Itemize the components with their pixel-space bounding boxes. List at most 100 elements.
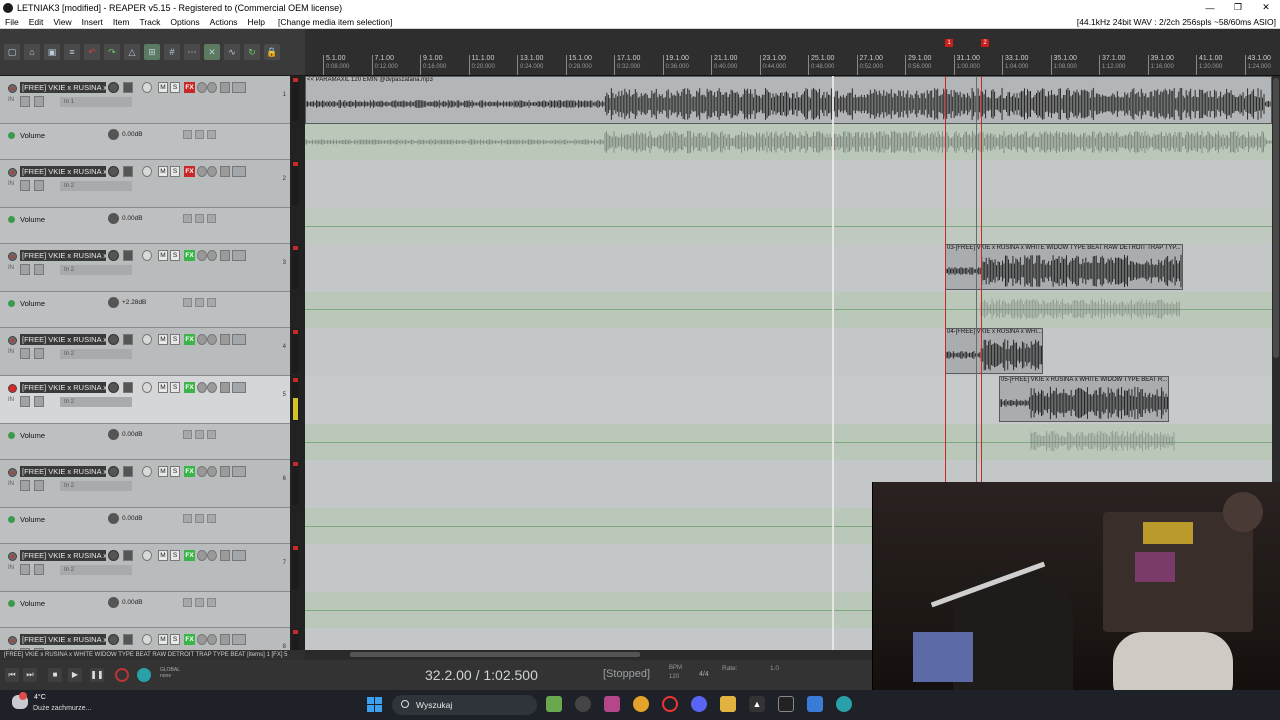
automation-mode-icon[interactable] xyxy=(123,82,133,93)
repeat-toggle[interactable] xyxy=(137,668,151,682)
grid-icon[interactable]: # xyxy=(164,44,180,60)
fx-button[interactable]: FX xyxy=(184,466,195,477)
metronome-icon[interactable]: △ xyxy=(124,44,140,60)
menu-file[interactable]: File xyxy=(0,17,24,27)
fx-button[interactable]: FX xyxy=(184,550,195,561)
routing-icon[interactable] xyxy=(232,382,246,393)
envelope-hide-icon[interactable] xyxy=(195,514,204,523)
envelope-value-knob[interactable] xyxy=(108,297,119,308)
record-mode-toggle[interactable] xyxy=(34,96,44,107)
opera-app-icon[interactable] xyxy=(662,696,678,712)
volume-knob[interactable] xyxy=(108,250,119,261)
solo-button[interactable]: S xyxy=(170,166,180,177)
input-select[interactable]: In 2 xyxy=(60,481,132,491)
global-automation[interactable]: GLOBAL none xyxy=(160,667,180,679)
envelope-bypass-icon[interactable] xyxy=(207,130,216,139)
monitor-toggle[interactable] xyxy=(20,396,30,407)
track-header-4[interactable]: [FREE] VKIE x RUSINA x WHITE WIDOW TYPE … xyxy=(0,328,290,376)
fx-button[interactable]: FX xyxy=(184,382,195,393)
envelope-arm-button[interactable] xyxy=(8,300,15,307)
envelope-lane-3[interactable] xyxy=(305,292,1272,328)
monitor-toggle[interactable] xyxy=(20,180,30,191)
track-header-2[interactable]: [FREE] VKIE x RUSINA x WHITE WIDOW TYPE … xyxy=(0,160,290,208)
weather-condition[interactable]: Duże zachmurze... xyxy=(33,705,91,712)
fx-bypass-icon[interactable] xyxy=(207,550,217,561)
envelope-icon[interactable] xyxy=(220,166,230,177)
track-header-5[interactable]: [FREE] VKIE x RUSINA x WHITE WIDOW TYPE … xyxy=(0,376,290,424)
fx-button[interactable]: FX xyxy=(184,82,195,93)
track-lane-5[interactable]: 05-[FREE] VKIE x RUSINA x WHITE WIDOW TY… xyxy=(305,376,1272,424)
fx-bypass-icon[interactable] xyxy=(207,166,217,177)
envelope-mode-icon[interactable] xyxy=(183,598,192,607)
routing-icon[interactable] xyxy=(232,550,246,561)
record-mode-toggle[interactable] xyxy=(34,180,44,191)
record-arm-button[interactable] xyxy=(8,636,17,645)
grid-snap-icon[interactable]: ⊞ xyxy=(144,44,160,60)
envelope-mode-icon[interactable] xyxy=(183,130,192,139)
track-lane-2[interactable] xyxy=(305,160,1272,208)
stop-icon[interactable]: ■ xyxy=(48,668,62,682)
envelope-arm-button[interactable] xyxy=(8,432,15,439)
fx-button[interactable]: FX xyxy=(184,334,195,345)
record-arm-button[interactable] xyxy=(8,468,17,477)
pan-knob[interactable] xyxy=(142,550,152,561)
envelope-hide-icon[interactable] xyxy=(195,130,204,139)
envelope-icon[interactable] xyxy=(220,550,230,561)
go-to-end-icon[interactable]: ⏭ xyxy=(23,668,37,682)
fx-bypass-icon[interactable] xyxy=(207,634,217,645)
lock-icon[interactable]: 🔒 xyxy=(264,44,280,60)
mute-button[interactable]: M xyxy=(158,334,168,345)
routing-icon[interactable] xyxy=(232,334,246,345)
pan-knob[interactable] xyxy=(142,82,152,93)
media-item-5[interactable]: 05-[FREE] VKIE x RUSINA x WHITE WIDOW TY… xyxy=(999,376,1169,422)
weather-icon[interactable] xyxy=(12,692,28,709)
menu-insert[interactable]: Insert xyxy=(77,17,108,27)
undo-icon[interactable]: ↶ xyxy=(84,44,100,60)
automation-mode-icon[interactable] xyxy=(123,382,133,393)
envelope-header-7[interactable]: Volume 0.00dB xyxy=(0,592,290,628)
pan-knob[interactable] xyxy=(142,334,152,345)
volume-envelope-line-2[interactable] xyxy=(305,226,1272,227)
time-signature[interactable]: 4/4 xyxy=(699,671,709,678)
menu-edit[interactable]: Edit xyxy=(24,17,49,27)
fx-button[interactable]: FX xyxy=(184,250,195,261)
track-header-1[interactable]: [FREE] VKIE x RUSINA x WHITE WIDOW TYPE … xyxy=(0,76,290,124)
routing-icon[interactable] xyxy=(232,82,246,93)
audio-device-info[interactable]: [44.1kHz 24bit WAV : 2/2ch 256spls ~58/6… xyxy=(1077,17,1280,27)
redo-icon[interactable]: ↷ xyxy=(104,44,120,60)
record-arm-button[interactable] xyxy=(8,552,17,561)
automation-mode-icon[interactable] xyxy=(123,250,133,261)
phase-icon[interactable] xyxy=(197,334,207,345)
record-arm-button[interactable] xyxy=(8,252,17,261)
volume-knob[interactable] xyxy=(108,634,119,645)
envelope-arm-button[interactable] xyxy=(8,216,15,223)
media-item-4[interactable]: 04-[FREE] VKIE x RUSINA x WHI... xyxy=(945,328,1043,374)
input-select[interactable]: In 2 xyxy=(60,565,132,575)
loop-icon[interactable]: ↻ xyxy=(244,44,260,60)
envelope-value-knob[interactable] xyxy=(108,597,119,608)
record-mode-toggle[interactable] xyxy=(34,348,44,359)
play-icon[interactable]: ▶ xyxy=(68,668,82,682)
media-item-1[interactable]: << PARAMAXIL 120 EMIN @dvpaszatana.mp3 xyxy=(305,76,1272,124)
rate-value[interactable]: 1.0 xyxy=(770,665,779,672)
vpn-app-icon[interactable] xyxy=(546,696,562,712)
phase-icon[interactable] xyxy=(197,250,207,261)
monitor-toggle[interactable] xyxy=(20,96,30,107)
envelope-bypass-icon[interactable] xyxy=(207,430,216,439)
envelope-bypass-icon[interactable] xyxy=(207,298,216,307)
open-project-icon[interactable]: ⌂ xyxy=(24,44,40,60)
envelope-bypass-icon[interactable] xyxy=(207,514,216,523)
menu-view[interactable]: View xyxy=(48,17,76,27)
chrome-app-icon[interactable] xyxy=(633,696,649,712)
envelope-icon[interactable] xyxy=(220,634,230,645)
envelope-lane-5[interactable] xyxy=(305,424,1272,460)
mute-button[interactable]: M xyxy=(158,382,168,393)
automation-mode-icon[interactable] xyxy=(123,550,133,561)
position-display[interactable]: 32.2.00 / 1:02.500 xyxy=(425,667,538,683)
track-name[interactable]: [FREE] VKIE x RUSINA x WHITE WIDOW TYPE … xyxy=(20,382,106,393)
envelope-mode-icon[interactable] xyxy=(183,298,192,307)
track-name[interactable]: [FREE] VKIE x RUSINA x WHITE WIDOW TYPE … xyxy=(20,550,106,561)
file-explorer-icon[interactable] xyxy=(720,696,736,712)
minimize-button[interactable]: — xyxy=(1196,3,1224,13)
envelope-value-knob[interactable] xyxy=(108,213,119,224)
